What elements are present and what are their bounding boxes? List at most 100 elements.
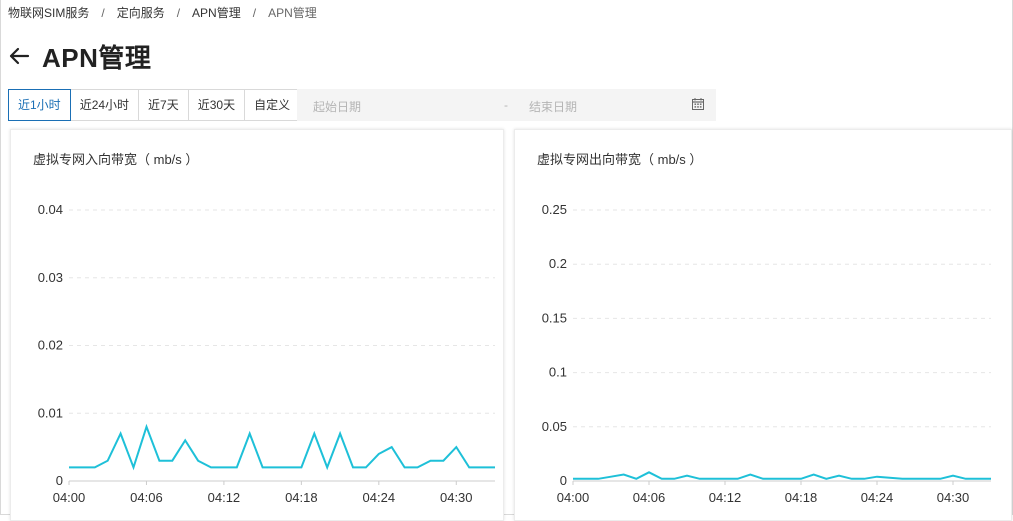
data-point[interactable]	[390, 445, 394, 449]
date-range-picker[interactable]: 起始日期 - 结束日期	[297, 89, 716, 121]
data-point[interactable]	[748, 472, 752, 476]
data-point[interactable]	[93, 465, 97, 469]
y-tick-label: 0.03	[38, 270, 63, 285]
data-point[interactable]	[584, 477, 588, 481]
data-point[interactable]	[596, 477, 600, 481]
data-point[interactable]	[235, 465, 239, 469]
y-tick-label: 0	[560, 473, 567, 488]
data-point[interactable]	[248, 432, 252, 436]
data-point[interactable]	[428, 459, 432, 463]
data-point[interactable]	[888, 476, 892, 480]
data-point[interactable]	[634, 477, 638, 481]
title-row: APN管理	[8, 38, 151, 74]
data-point[interactable]	[786, 477, 790, 481]
data-point[interactable]	[338, 432, 342, 436]
data-point[interactable]	[850, 477, 854, 481]
data-point[interactable]	[723, 477, 727, 481]
data-point[interactable]	[467, 465, 471, 469]
breadcrumb-separator: /	[101, 6, 105, 20]
data-point[interactable]	[209, 465, 213, 469]
data-point[interactable]	[299, 465, 303, 469]
x-tick-label: 04:12	[208, 490, 241, 505]
data-point[interactable]	[67, 465, 71, 469]
data-point[interactable]	[441, 459, 445, 463]
breadcrumb: 物联网SIM服务 / 定向服务 / APN管理 / APN管理	[8, 4, 317, 21]
data-point[interactable]	[761, 477, 765, 481]
data-point[interactable]	[698, 477, 702, 481]
breadcrumb-item-apn[interactable]: APN管理	[192, 4, 241, 21]
data-point[interactable]	[480, 465, 484, 469]
calendar-icon[interactable]	[692, 98, 704, 110]
data-point[interactable]	[862, 477, 866, 481]
range-button-custom[interactable]: 自定义	[244, 89, 301, 121]
data-point[interactable]	[875, 475, 879, 479]
breadcrumb-current: APN管理	[268, 6, 317, 20]
y-tick-label: 0	[56, 473, 63, 488]
data-point[interactable]	[274, 465, 278, 469]
data-point[interactable]	[609, 475, 613, 479]
x-tick-label: 04:24	[861, 490, 894, 505]
data-point[interactable]	[286, 465, 290, 469]
data-point[interactable]	[196, 459, 200, 463]
range-button-7d[interactable]: 近7天	[138, 89, 189, 121]
data-point[interactable]	[938, 477, 942, 481]
data-point[interactable]	[351, 465, 355, 469]
data-point[interactable]	[685, 474, 689, 478]
data-point[interactable]	[964, 477, 968, 481]
data-point[interactable]	[364, 465, 368, 469]
breadcrumb-item-sim-service[interactable]: 物联网SIM服务	[8, 4, 89, 21]
arrow-left-icon[interactable]	[8, 45, 30, 67]
data-point[interactable]	[312, 432, 316, 436]
inbound-bandwidth-panel: 虚拟专网入向带宽（ mb/s ） 0 0.01 0.02 0.03 0.04 04:00 0…	[10, 129, 504, 521]
data-point[interactable]	[951, 474, 955, 478]
inbound-bandwidth-chart: 0 0.01 0.02 0.03 0.04 04:00 04:06 04:12 04:18 04:…	[38, 202, 497, 505]
data-point[interactable]	[571, 477, 575, 481]
data-point[interactable]	[837, 474, 841, 478]
data-point[interactable]	[170, 459, 174, 463]
x-tick-label: 04:12	[709, 490, 742, 505]
data-point[interactable]	[824, 477, 828, 481]
data-point[interactable]	[132, 465, 136, 469]
data-point[interactable]	[144, 425, 148, 429]
start-date-input[interactable]: 起始日期	[313, 98, 361, 115]
data-point[interactable]	[736, 477, 740, 481]
data-point[interactable]	[926, 477, 930, 481]
data-point[interactable]	[774, 477, 778, 481]
data-point[interactable]	[261, 465, 265, 469]
y-tick-label: 0.1	[549, 365, 567, 380]
data-point[interactable]	[647, 470, 651, 474]
data-point[interactable]	[976, 477, 980, 481]
data-point[interactable]	[913, 477, 917, 481]
x-tick-label: 04:24	[363, 490, 396, 505]
data-point[interactable]	[622, 472, 626, 476]
data-point[interactable]	[989, 477, 993, 481]
x-tick-label: 04:30	[937, 490, 970, 505]
data-point[interactable]	[900, 477, 904, 481]
data-point[interactable]	[119, 432, 123, 436]
data-point[interactable]	[710, 477, 714, 481]
end-date-input[interactable]: 结束日期	[529, 98, 577, 115]
range-button-1h[interactable]: 近1小时	[8, 89, 71, 121]
data-point[interactable]	[493, 465, 497, 469]
page-title: APN管理	[42, 42, 152, 73]
data-point[interactable]	[416, 465, 420, 469]
data-point[interactable]	[157, 459, 161, 463]
range-button-24h[interactable]: 近24小时	[69, 89, 140, 121]
breadcrumb-separator: /	[252, 6, 257, 20]
data-point[interactable]	[222, 465, 226, 469]
data-point[interactable]	[80, 465, 84, 469]
data-point[interactable]	[672, 477, 676, 481]
time-range-group: 近1小时 近24小时 近7天 近30天 自定义	[8, 89, 301, 121]
data-point[interactable]	[812, 472, 816, 476]
data-point[interactable]	[454, 445, 458, 449]
data-point[interactable]	[106, 459, 110, 463]
data-point[interactable]	[403, 465, 407, 469]
data-point[interactable]	[325, 465, 329, 469]
breadcrumb-item-directed-service[interactable]: 定向服务	[117, 4, 165, 21]
data-point[interactable]	[660, 477, 664, 481]
data-point[interactable]	[183, 438, 187, 442]
data-point[interactable]	[377, 452, 381, 456]
outbound-bandwidth-panel: 虚拟专网出向带宽（ mb/s ） 0 0.05 0.1 0.15 0.2 0.25 04:0…	[514, 129, 1012, 521]
data-point[interactable]	[799, 477, 803, 481]
range-button-30d[interactable]: 近30天	[187, 89, 246, 121]
